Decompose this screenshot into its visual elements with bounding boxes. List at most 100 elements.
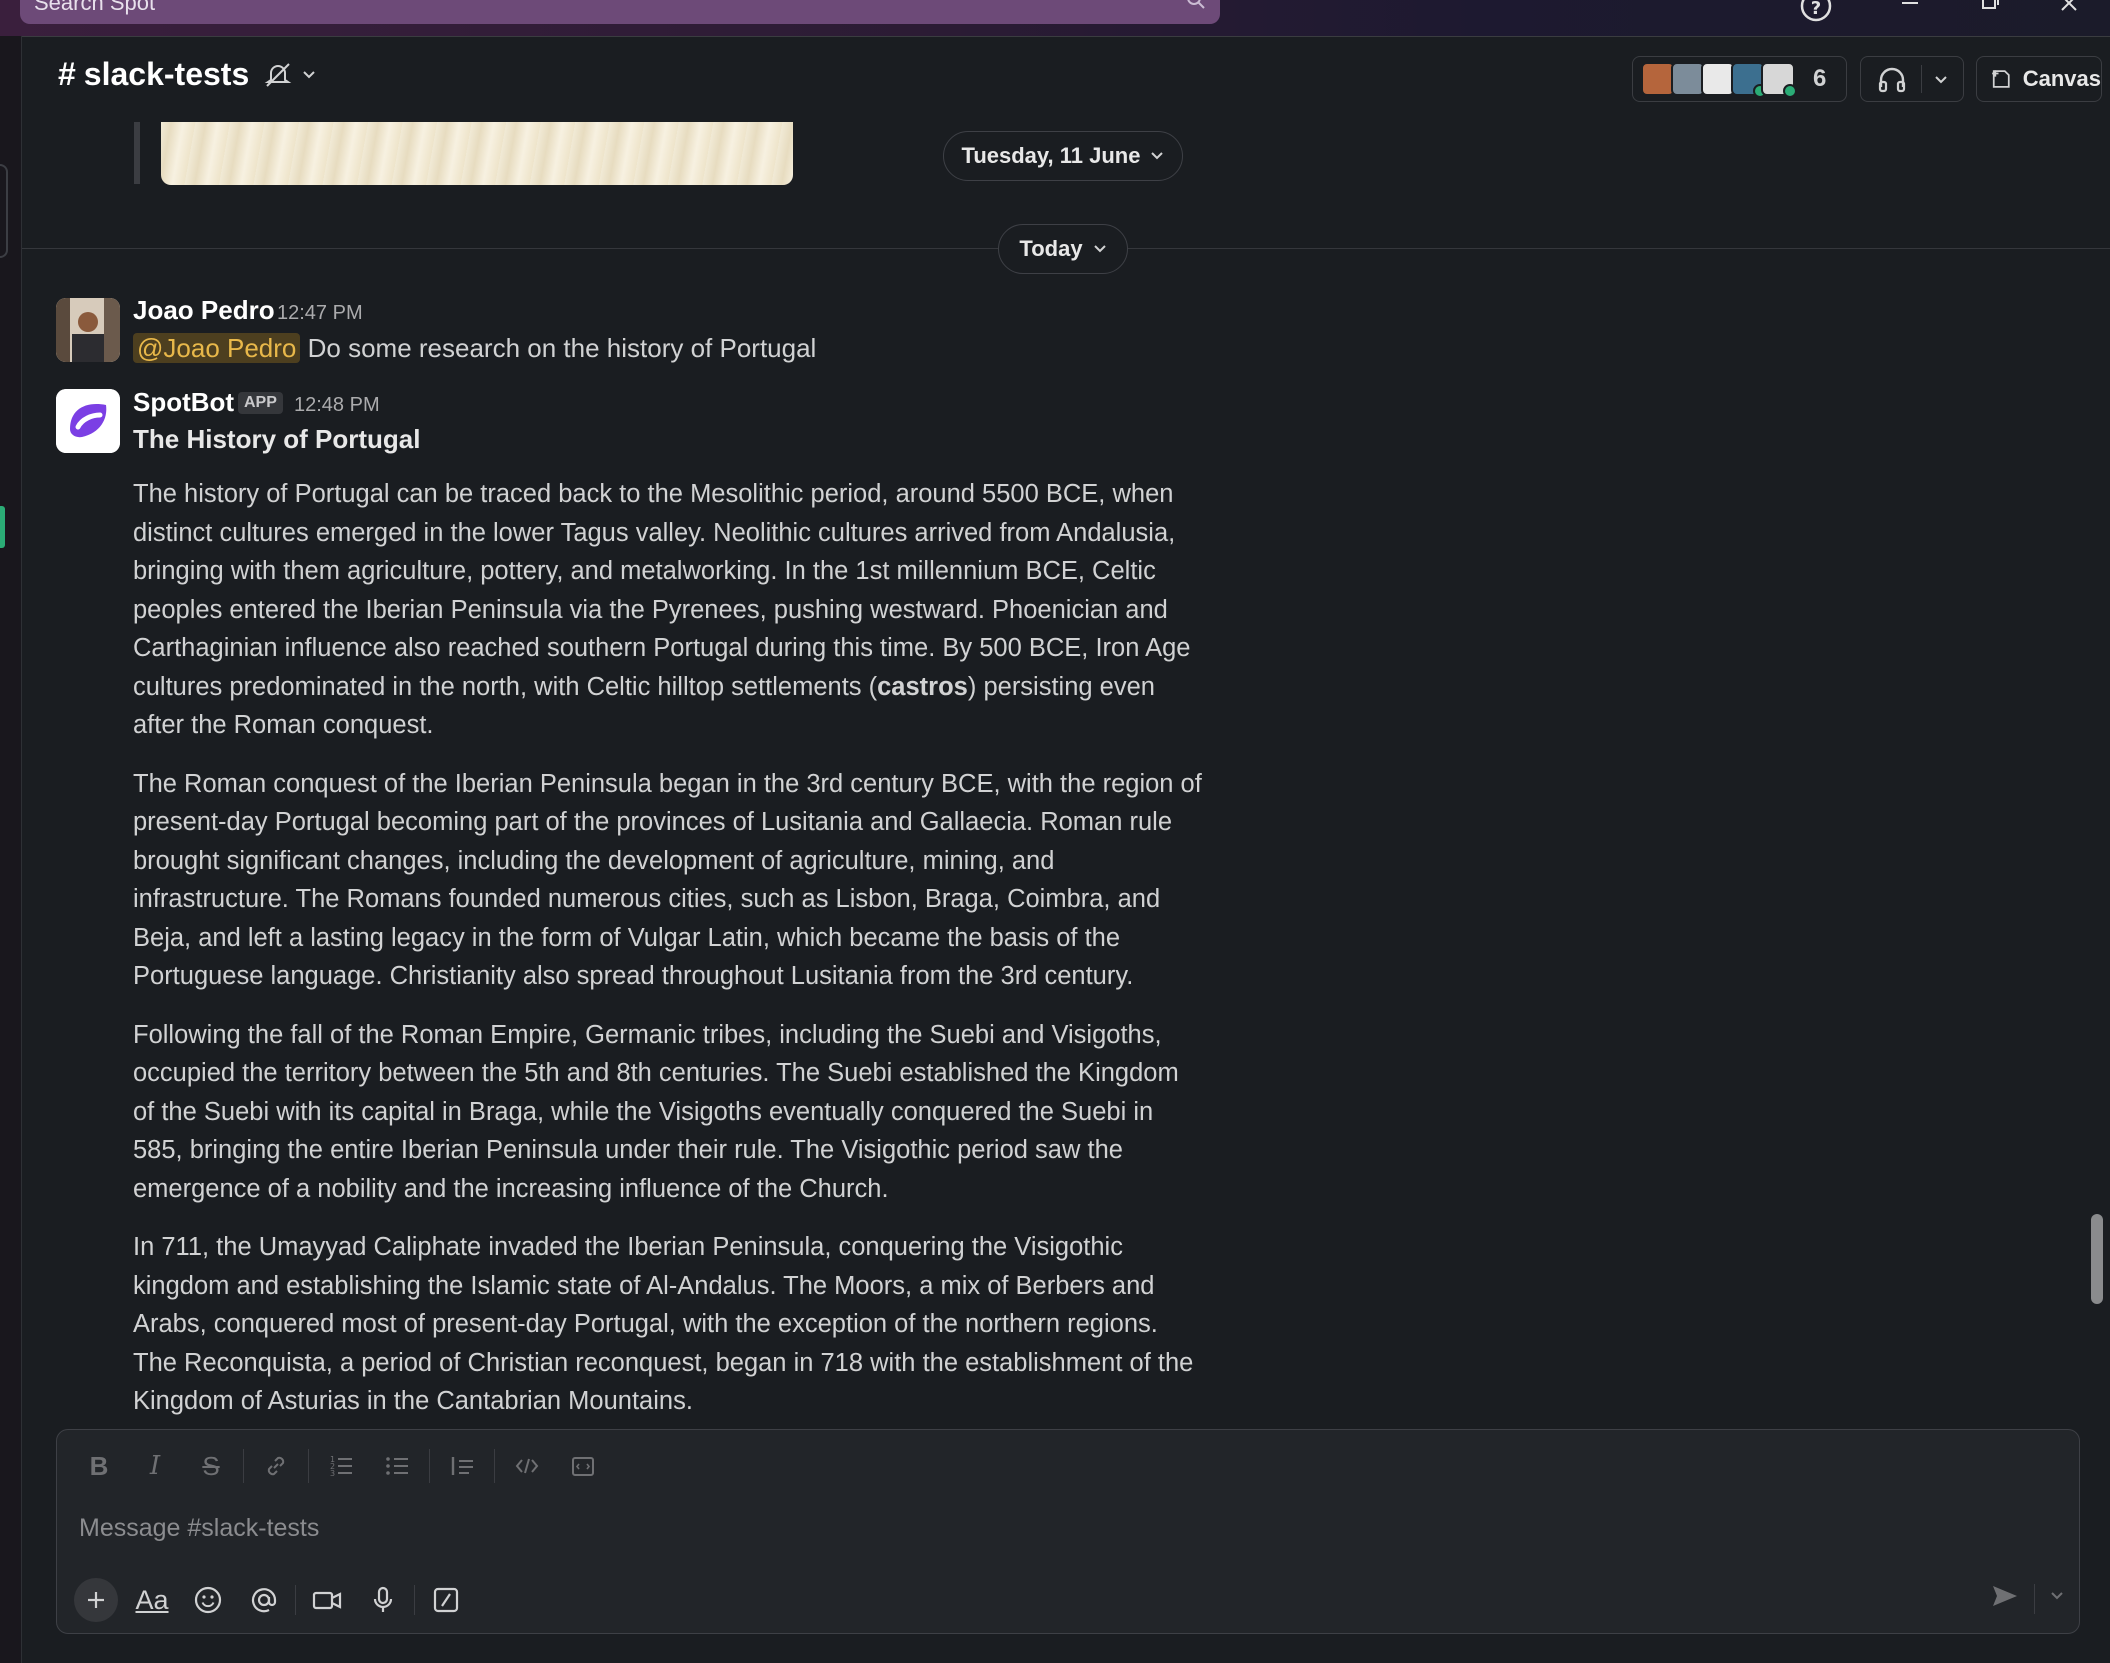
user-avatar-icon	[56, 298, 120, 362]
audio-clip-button[interactable]	[358, 1576, 408, 1624]
timestamp[interactable]: 12:47 PM	[277, 302, 363, 325]
message-body: The history of Portugal can be traced ba…	[133, 475, 1203, 1441]
channel-title-button[interactable]: # slack-tests	[58, 56, 317, 93]
chevron-down-icon	[2051, 1592, 2063, 1600]
code-button[interactable]	[499, 1444, 555, 1488]
toolbar-separator	[414, 1585, 415, 1615]
send-options-button[interactable]	[2049, 1589, 2065, 1608]
restore-icon	[1982, 0, 1999, 9]
restore-button[interactable]	[1970, 0, 2030, 36]
send-button[interactable]	[1990, 1582, 2020, 1615]
blockquote-icon	[451, 1457, 473, 1475]
shortcuts-button[interactable]	[421, 1576, 471, 1624]
member-avatar	[1731, 62, 1767, 98]
bold-button[interactable]: B	[71, 1444, 127, 1488]
code-icon	[515, 1458, 539, 1474]
member-count: 6	[1813, 65, 1827, 92]
bold-icon: B	[89, 1450, 109, 1481]
member-avatar	[1761, 62, 1797, 98]
spotbot-logo-icon	[56, 389, 120, 453]
toolbar-separator	[494, 1449, 495, 1483]
italic-button[interactable]: I	[127, 1444, 183, 1488]
search-icon	[1187, 0, 1205, 9]
help-icon: ?	[1800, 0, 1832, 22]
member-avatar	[1701, 62, 1735, 96]
svg-text:3: 3	[330, 1469, 335, 1478]
attachment-quote-bar	[134, 122, 140, 184]
help-button[interactable]: ?	[1796, 0, 1856, 36]
title-bar: Search Spot ?	[0, 0, 2110, 37]
svg-text:?: ?	[1811, 0, 1821, 19]
emoji-button[interactable]	[183, 1576, 233, 1624]
at-sign-icon	[251, 1588, 277, 1613]
text-format-icon: Aa	[135, 1584, 169, 1615]
channel-header: # slack-tests 6 Canvas	[22, 36, 2110, 122]
video-camera-icon	[312, 1591, 342, 1610]
active-indicator	[0, 506, 5, 548]
message-composer[interactable]: B I S 123 Message #slack-tests Aa	[56, 1429, 2080, 1634]
search-placeholder: Search Spot	[34, 0, 156, 15]
timestamp[interactable]: 12:48 PM	[294, 394, 380, 417]
headphones-icon	[1878, 67, 1906, 93]
mention-button[interactable]	[239, 1576, 289, 1624]
search-bar[interactable]: Search Spot	[20, 0, 1220, 24]
bold-term: castros	[877, 672, 968, 701]
canvas-button[interactable]: Canvas	[1976, 56, 2102, 102]
link-icon	[267, 1456, 285, 1476]
composer-actions: Aa	[71, 1576, 471, 1624]
video-clip-button[interactable]	[302, 1576, 352, 1624]
chevron-down-icon	[1093, 245, 1106, 253]
canvas-label: Canvas	[2022, 66, 2101, 91]
members-button[interactable]: 6	[1632, 56, 1847, 102]
send-icon	[1993, 1586, 2017, 1606]
ordered-list-icon: 123	[330, 1455, 352, 1478]
bulleted-list-icon	[386, 1457, 408, 1475]
workspace-rail-item[interactable]	[0, 164, 8, 258]
muted-bell-icon	[264, 62, 292, 87]
toolbar-separator	[243, 1449, 244, 1483]
paragraph: The Roman conquest of the Iberian Penins…	[133, 769, 1202, 991]
chevron-down-icon	[1935, 76, 1947, 84]
formatting-toggle-button[interactable]: Aa	[127, 1576, 177, 1624]
date-divider-button[interactable]: Tuesday, 11 June	[943, 131, 1183, 181]
scrollbar-thumb[interactable]	[2091, 1214, 2103, 1304]
channel-hash: #	[58, 56, 76, 92]
huddle-button[interactable]	[1860, 56, 1964, 102]
sender-name[interactable]: Joao Pedro	[133, 295, 275, 326]
message-text: @Joao Pedro Do some research on the hist…	[133, 333, 816, 364]
minimize-button[interactable]	[1890, 0, 1950, 36]
toolbar-separator	[295, 1585, 296, 1615]
avatar[interactable]	[56, 298, 120, 362]
toolbar-separator	[429, 1449, 430, 1483]
close-button[interactable]	[2050, 0, 2110, 36]
today-divider-button[interactable]: Today	[998, 224, 1128, 274]
microphone-icon	[373, 1586, 393, 1612]
strikethrough-icon: S	[202, 1450, 220, 1481]
member-avatar	[1641, 62, 1675, 96]
send-controls	[1990, 1582, 2065, 1615]
message-heading: The History of Portugal	[133, 424, 421, 454]
avatar[interactable]	[56, 389, 120, 453]
sender-name[interactable]: SpotBot	[133, 387, 234, 418]
attach-button[interactable]	[71, 1576, 121, 1624]
member-avatar	[1671, 62, 1705, 96]
code-block-icon	[572, 1457, 594, 1476]
paragraph: The history of Portugal can be traced ba…	[133, 480, 1191, 739]
link-button[interactable]	[248, 1444, 304, 1488]
strikethrough-button[interactable]: S	[183, 1444, 239, 1488]
workspace-rail-edge	[0, 36, 22, 1663]
message-input[interactable]: Message #slack-tests	[79, 1514, 319, 1543]
blockquote-button[interactable]	[434, 1444, 490, 1488]
paragraph: In 711, the Umayyad Caliphate invaded th…	[133, 1233, 1194, 1415]
slash-command-icon	[433, 1587, 459, 1613]
channel-name: slack-tests	[83, 56, 250, 92]
code-block-button[interactable]	[555, 1444, 611, 1488]
bulleted-list-button[interactable]	[369, 1444, 425, 1488]
image-attachment[interactable]	[161, 122, 793, 185]
italic-icon: I	[149, 1451, 161, 1481]
minimize-icon	[1902, 2, 1918, 4]
app-badge: APP	[238, 392, 283, 414]
ordered-list-button[interactable]: 123	[313, 1444, 369, 1488]
user-mention[interactable]: @Joao Pedro	[133, 333, 301, 363]
toolbar-separator	[2034, 1583, 2035, 1614]
